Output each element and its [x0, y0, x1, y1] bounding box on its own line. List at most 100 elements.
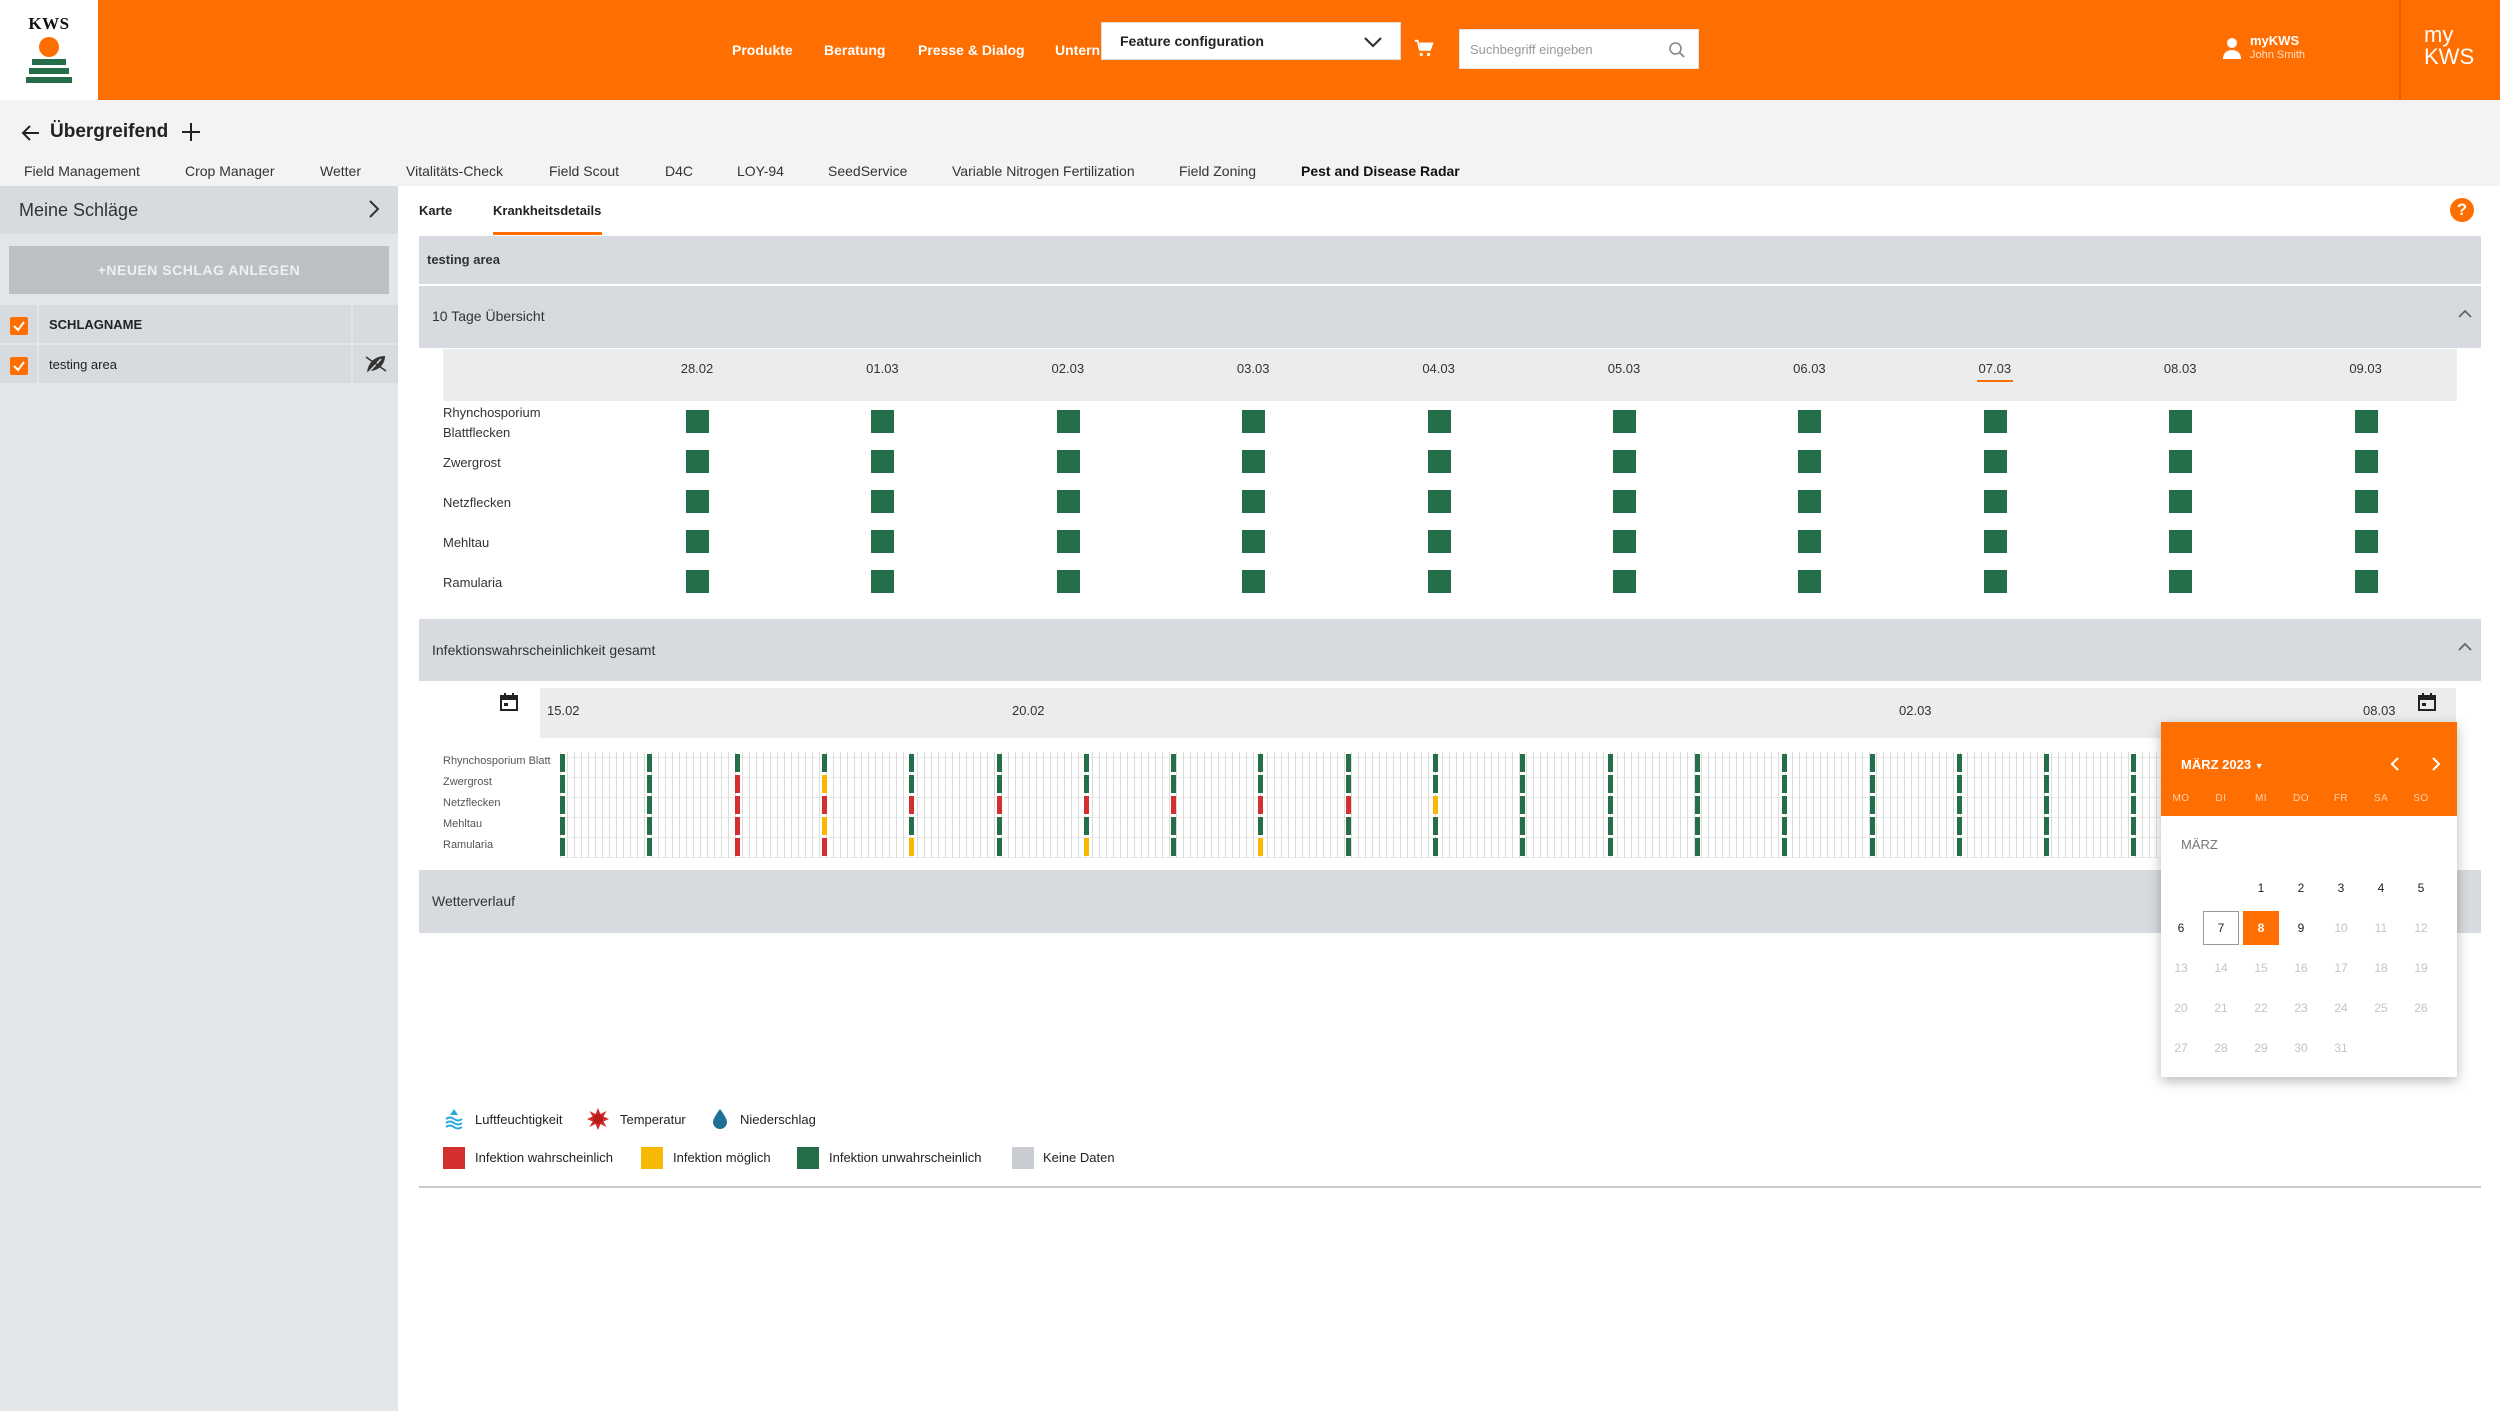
- tab-seedservice[interactable]: SeedService: [828, 163, 907, 179]
- infection-bar[interactable]: [1694, 796, 1700, 814]
- infection-bar[interactable]: [1345, 775, 1351, 793]
- calendar-end-icon[interactable]: [2417, 692, 2437, 712]
- infection-bar[interactable]: [560, 838, 565, 856]
- infection-bar[interactable]: [1258, 838, 1264, 856]
- infection-bar[interactable]: [1258, 796, 1264, 814]
- risk-cell[interactable]: [871, 410, 895, 433]
- tab-krankheitsdetails[interactable]: Krankheitsdetails: [493, 203, 601, 218]
- mykws-button[interactable]: my KWS: [2424, 24, 2474, 68]
- infection-bar[interactable]: [909, 817, 915, 835]
- calendar-day[interactable]: 2: [2283, 871, 2319, 905]
- infection-bar[interactable]: [1433, 838, 1438, 856]
- infection-bar[interactable]: [996, 796, 1002, 814]
- infection-bar[interactable]: [1956, 838, 1962, 856]
- column-header-schlagname[interactable]: SCHLAGNAME: [49, 317, 142, 332]
- infection-bar[interactable]: [1607, 754, 1613, 772]
- risk-cell[interactable]: [1242, 490, 1266, 513]
- infection-bar[interactable]: [1171, 838, 1177, 856]
- risk-cell[interactable]: [686, 530, 709, 553]
- risk-cell[interactable]: [1056, 490, 1080, 513]
- risk-cell[interactable]: [2169, 490, 2193, 513]
- infection-bar[interactable]: [1520, 838, 1526, 856]
- infection-bar[interactable]: [1869, 775, 1875, 793]
- infection-bar[interactable]: [1782, 817, 1788, 835]
- infection-bar[interactable]: [1171, 817, 1177, 835]
- infection-bar[interactable]: [1433, 754, 1438, 772]
- infection-bar[interactable]: [560, 775, 565, 793]
- infection-bar[interactable]: [1956, 775, 1962, 793]
- risk-cell[interactable]: [1056, 530, 1080, 553]
- risk-cell[interactable]: [1613, 490, 1636, 513]
- infection-bar[interactable]: [734, 817, 740, 835]
- risk-cell[interactable]: [1983, 450, 2007, 473]
- infection-bar[interactable]: [996, 775, 1002, 793]
- nav-beratung[interactable]: Beratung: [824, 42, 885, 58]
- infection-bar[interactable]: [734, 775, 740, 793]
- infection-bar[interactable]: [821, 817, 827, 835]
- overview-section-header[interactable]: [419, 286, 2481, 348]
- infection-bar[interactable]: [2131, 754, 2137, 772]
- risk-cell[interactable]: [1427, 570, 1451, 593]
- selected-day[interactable]: 8: [2243, 911, 2279, 945]
- infection-bar[interactable]: [1694, 754, 1700, 772]
- risk-cell[interactable]: [2169, 410, 2193, 433]
- date-picker-popup[interactable]: MÄRZ 2023 ▼ MO DI MI DO FR SA SO MÄRZ 12345678…: [2161, 722, 2457, 1077]
- infection-bar[interactable]: [2131, 796, 2137, 814]
- infection-bar[interactable]: [996, 838, 1002, 856]
- risk-cell[interactable]: [1613, 530, 1636, 553]
- infection-bar[interactable]: [734, 838, 740, 856]
- month-year-selector[interactable]: MÄRZ 2023 ▼: [2181, 757, 2264, 772]
- risk-cell[interactable]: [1983, 410, 2007, 433]
- infection-bar[interactable]: [1433, 796, 1438, 814]
- calendar-day[interactable]: 4: [2363, 871, 2399, 905]
- tab-field-management[interactable]: Field Management: [24, 163, 140, 179]
- risk-cell[interactable]: [2169, 530, 2193, 553]
- risk-cell[interactable]: [2169, 570, 2193, 593]
- infection-bar[interactable]: [1607, 817, 1613, 835]
- tab-variable-nitrogen[interactable]: Variable Nitrogen Fertilization: [952, 163, 1135, 179]
- infection-bar[interactable]: [647, 796, 653, 814]
- infection-bar[interactable]: [1083, 838, 1089, 856]
- calendar-day[interactable]: 5: [2403, 871, 2439, 905]
- infection-bar[interactable]: [647, 754, 653, 772]
- chevron-right-icon[interactable]: [364, 198, 384, 220]
- infection-bar[interactable]: [996, 817, 1002, 835]
- user-icon[interactable]: [2222, 36, 2242, 60]
- infection-bar[interactable]: [2044, 754, 2050, 772]
- risk-cell[interactable]: [1056, 450, 1080, 473]
- infection-bar[interactable]: [1258, 754, 1264, 772]
- infection-bar[interactable]: [1520, 796, 1526, 814]
- today-day[interactable]: 7: [2203, 911, 2239, 945]
- infection-bar[interactable]: [1607, 796, 1613, 814]
- infection-timeline-grid[interactable]: [560, 752, 2162, 858]
- search-input[interactable]: [1460, 30, 1650, 68]
- risk-cell[interactable]: [1056, 570, 1080, 593]
- infection-bar[interactable]: [1782, 838, 1788, 856]
- infection-bar[interactable]: [909, 754, 915, 772]
- risk-cell[interactable]: [1613, 570, 1636, 593]
- infection-bar[interactable]: [1956, 754, 1962, 772]
- infection-bar[interactable]: [996, 754, 1002, 772]
- infection-bar[interactable]: [1345, 754, 1351, 772]
- feature-configuration-select[interactable]: Feature configuration: [1101, 22, 1401, 60]
- tab-field-scout[interactable]: Field Scout: [549, 163, 619, 179]
- risk-cell[interactable]: [1427, 530, 1451, 553]
- disease-leaf-icon[interactable]: [365, 354, 387, 374]
- search-box[interactable]: [1459, 29, 1699, 69]
- infection-bar[interactable]: [2131, 817, 2137, 835]
- infection-bar[interactable]: [1171, 775, 1177, 793]
- tab-loy-94[interactable]: LOY-94: [737, 163, 784, 179]
- risk-cell[interactable]: [871, 530, 895, 553]
- infection-bar[interactable]: [560, 754, 565, 772]
- risk-cell[interactable]: [1242, 570, 1266, 593]
- infection-bar[interactable]: [2131, 838, 2137, 856]
- risk-cell[interactable]: [1427, 410, 1451, 433]
- next-month-icon[interactable]: [2427, 756, 2443, 772]
- infection-bar[interactable]: [1520, 817, 1526, 835]
- infection-bar[interactable]: [1782, 754, 1788, 772]
- infection-bar[interactable]: [1083, 754, 1089, 772]
- tab-karte[interactable]: Karte: [419, 203, 452, 218]
- risk-cell[interactable]: [1798, 410, 1822, 433]
- infection-bar[interactable]: [2044, 817, 2050, 835]
- infection-bar[interactable]: [647, 817, 653, 835]
